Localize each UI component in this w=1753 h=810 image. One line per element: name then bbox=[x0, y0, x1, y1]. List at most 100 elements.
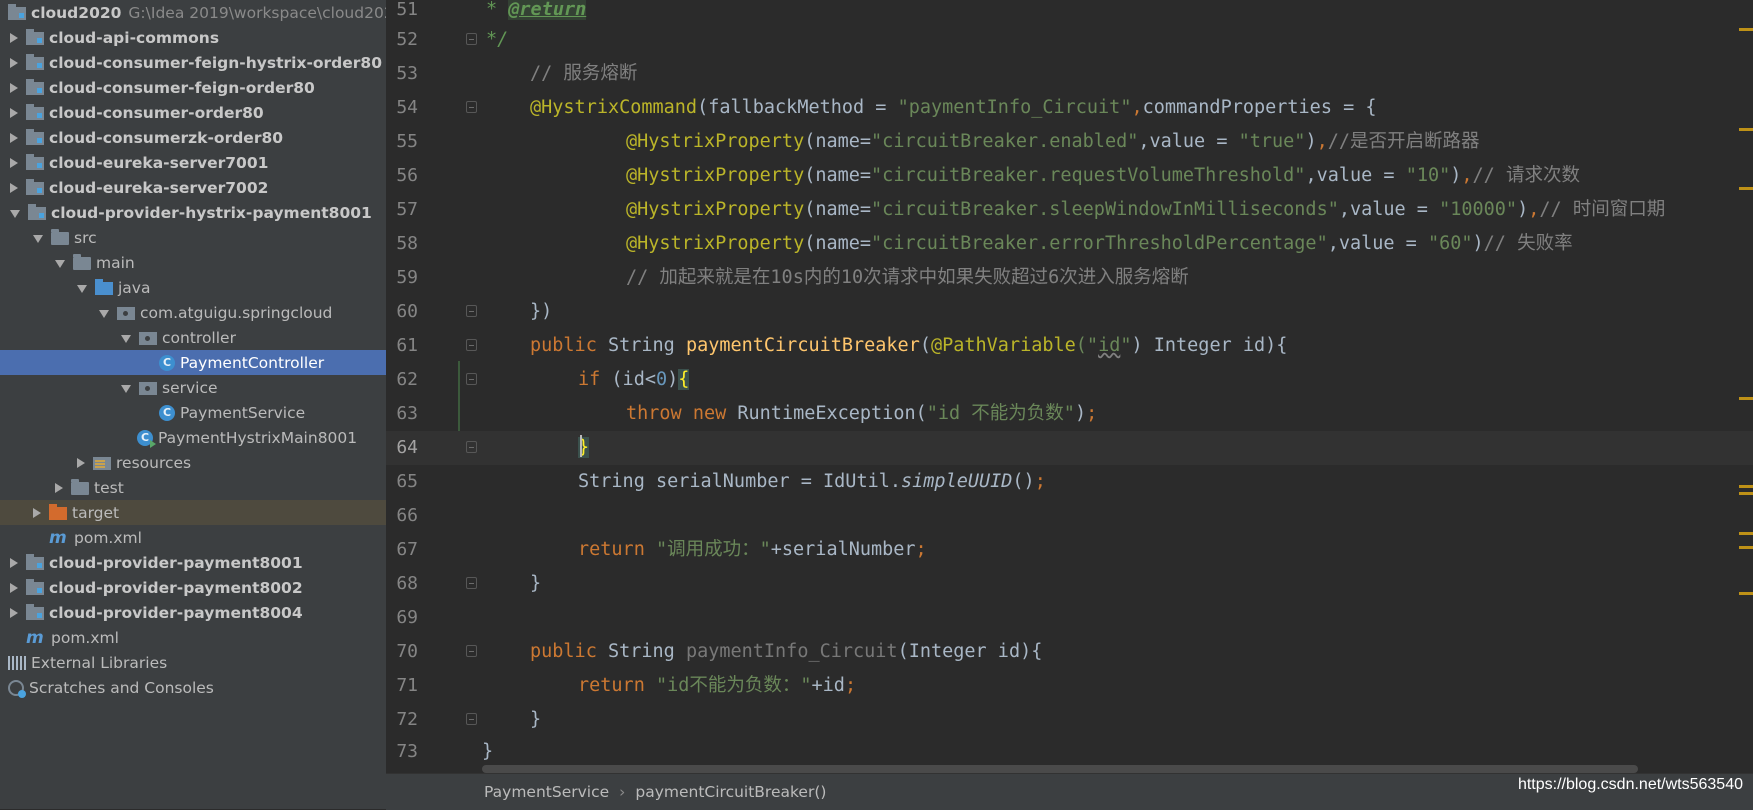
expand-arrow-icon[interactable] bbox=[10, 157, 18, 168]
warning-stripe-mark[interactable] bbox=[1739, 592, 1753, 595]
code-line[interactable]: 58 @HystrixProperty(name="circuitBreaker… bbox=[386, 227, 1753, 261]
code-line[interactable]: 54 @HystrixCommand(fallbackMethod = "pay… bbox=[386, 91, 1753, 125]
expand-arrow-icon[interactable] bbox=[77, 457, 85, 468]
tree-item-service[interactable]: service bbox=[0, 375, 386, 400]
code-line[interactable]: 60 }) bbox=[386, 295, 1753, 329]
warning-stripe-mark[interactable] bbox=[1739, 492, 1753, 495]
expand-arrow-icon[interactable] bbox=[10, 32, 18, 43]
code-line[interactable]: 56 @HystrixProperty(name="circuitBreaker… bbox=[386, 159, 1753, 193]
collapse-arrow-icon[interactable] bbox=[55, 259, 65, 268]
warning-stripe-mark[interactable] bbox=[1739, 28, 1753, 31]
expand-arrow-icon[interactable] bbox=[10, 557, 18, 568]
collapse-arrow-icon[interactable] bbox=[33, 234, 43, 243]
fold-marker-icon[interactable] bbox=[466, 33, 477, 45]
tree-item-target[interactable]: target bbox=[0, 500, 386, 525]
fold-marker-icon[interactable] bbox=[466, 339, 477, 351]
fold-marker-icon[interactable] bbox=[466, 713, 477, 725]
code-line[interactable]: 57 @HystrixProperty(name="circuitBreaker… bbox=[386, 193, 1753, 227]
keyword: if bbox=[578, 369, 612, 390]
expand-arrow-icon[interactable] bbox=[10, 107, 18, 118]
code-line[interactable]: 53 // 服务熔断 bbox=[386, 57, 1753, 91]
code-line[interactable]: 73 } bbox=[386, 735, 1753, 769]
warning-stripe-mark[interactable] bbox=[1739, 187, 1753, 190]
warning-stripe-mark[interactable] bbox=[1739, 397, 1753, 400]
expand-arrow-icon[interactable] bbox=[10, 182, 18, 193]
expand-arrow-icon[interactable] bbox=[10, 582, 18, 593]
fold-marker-icon[interactable] bbox=[466, 645, 477, 657]
expand-arrow-icon[interactable] bbox=[33, 507, 41, 518]
tree-item-controller[interactable]: controller bbox=[0, 325, 386, 350]
tree-item-pom-xml[interactable]: m pom.xml bbox=[0, 525, 386, 550]
warning-stripe-mark[interactable] bbox=[1739, 128, 1753, 131]
expand-arrow-icon[interactable] bbox=[55, 482, 63, 493]
tree-item-paymentservice[interactable]: C PaymentService bbox=[0, 400, 386, 425]
horizontal-scrollbar[interactable] bbox=[482, 765, 1638, 773]
code-line[interactable]: 59 // 加起来就是在10s内的10次请求中如果失败超过6次进入服务熔断 bbox=[386, 261, 1753, 295]
code-line[interactable]: 69 bbox=[386, 601, 1753, 635]
tree-item-root-pom-xml[interactable]: m pom.xml bbox=[0, 625, 386, 650]
fold-marker-icon[interactable] bbox=[466, 101, 477, 113]
code-line[interactable]: 67 return "调用成功："+serialNumber; bbox=[386, 533, 1753, 567]
tree-item-src[interactable]: src bbox=[0, 225, 386, 250]
tree-item-cloud-consumer-feign-hystrix-order80[interactable]: cloud-consumer-feign-hystrix-order80 bbox=[0, 50, 386, 75]
code-line[interactable]: 61 public String paymentCircuitBreaker(@… bbox=[386, 329, 1753, 363]
code-token: String bbox=[607, 641, 686, 662]
code-token: ( bbox=[919, 335, 931, 356]
warning-stripe-mark[interactable] bbox=[1739, 532, 1753, 535]
tree-item-cloud-consumerzk-order80[interactable]: cloud-consumerzk-order80 bbox=[0, 125, 386, 150]
expand-arrow-icon[interactable] bbox=[10, 132, 18, 143]
code-line[interactable]: 55 @HystrixProperty(name="circuitBreaker… bbox=[386, 125, 1753, 159]
code-line[interactable]: 65 String serialNumber = IdUtil.simpleUU… bbox=[386, 465, 1753, 499]
tree-item-cloud-provider-payment8002[interactable]: cloud-provider-payment8002 bbox=[0, 575, 386, 600]
code-line[interactable]: 52 */ bbox=[386, 23, 1753, 57]
warning-stripe-mark[interactable] bbox=[1739, 485, 1753, 488]
fold-marker-icon[interactable] bbox=[466, 373, 477, 385]
collapse-arrow-icon[interactable] bbox=[77, 284, 87, 293]
tree-item-cloud-eureka-server7002[interactable]: cloud-eureka-server7002 bbox=[0, 175, 386, 200]
expand-arrow-icon[interactable] bbox=[10, 82, 18, 93]
tree-item-resources[interactable]: resources bbox=[0, 450, 386, 475]
warning-stripe-mark[interactable] bbox=[1739, 546, 1753, 549]
code-line[interactable]: 68 } bbox=[386, 567, 1753, 601]
code-line[interactable]: 62 if (id<0){ bbox=[386, 363, 1753, 397]
tree-item-external-libraries[interactable]: External Libraries bbox=[0, 650, 386, 675]
tree-item-scratches-and-consoles[interactable]: Scratches and Consoles bbox=[0, 675, 386, 700]
tree-item-cloud-eureka-server7001[interactable]: cloud-eureka-server7001 bbox=[0, 150, 386, 175]
breadcrumb-class[interactable]: PaymentService bbox=[484, 783, 609, 801]
tree-item-label: target bbox=[72, 503, 120, 522]
code-editor[interactable]: 51 * @return 52 */ 53 // 服务熔断 54 @Hystri… bbox=[386, 0, 1753, 773]
string-literal: "true" bbox=[1238, 131, 1306, 152]
number-literal: 0 bbox=[655, 369, 668, 390]
code-line[interactable]: 63 throw new RuntimeException("id 不能为负数"… bbox=[386, 397, 1753, 431]
code-line[interactable]: 72 } bbox=[386, 703, 1753, 737]
tree-item-java[interactable]: java bbox=[0, 275, 386, 300]
tree-item-cloud-api-commons[interactable]: cloud-api-commons bbox=[0, 25, 386, 50]
fold-marker-icon[interactable] bbox=[466, 441, 477, 453]
tree-root-cloud2020[interactable]: cloud2020 G:\Idea 2019\workspace\cloud20… bbox=[0, 0, 386, 25]
code-line-current[interactable]: 64 } bbox=[386, 431, 1753, 465]
tree-item-cloud-consumer-order80[interactable]: cloud-consumer-order80 bbox=[0, 100, 386, 125]
tree-item-main[interactable]: main bbox=[0, 250, 386, 275]
fold-marker-icon[interactable] bbox=[466, 577, 477, 589]
tree-item-cloud-provider-payment8001[interactable]: cloud-provider-payment8001 bbox=[0, 550, 386, 575]
collapse-arrow-icon[interactable] bbox=[121, 334, 131, 343]
tree-item-com-atguigu-springcloud[interactable]: com.atguigu.springcloud bbox=[0, 300, 386, 325]
code-line[interactable]: 66 bbox=[386, 499, 1753, 533]
collapse-arrow-icon[interactable] bbox=[121, 384, 131, 393]
collapse-arrow-icon[interactable] bbox=[99, 309, 109, 318]
fold-marker-icon[interactable] bbox=[466, 305, 477, 317]
tree-item-test[interactable]: test bbox=[0, 475, 386, 500]
expand-arrow-icon[interactable] bbox=[10, 57, 18, 68]
tree-item-cloud-consumer-feign-order80[interactable]: cloud-consumer-feign-order80 bbox=[0, 75, 386, 100]
tree-item-label: cloud-consumerzk-order80 bbox=[49, 128, 284, 147]
code-line[interactable]: 70 public String paymentInfo_Circuit(Int… bbox=[386, 635, 1753, 669]
code-line[interactable]: 71 return "id不能为负数："+id; bbox=[386, 669, 1753, 703]
tree-item-cloud-provider-payment8004[interactable]: cloud-provider-payment8004 bbox=[0, 600, 386, 625]
tree-item-paymentcontroller[interactable]: C PaymentController bbox=[0, 350, 386, 375]
collapse-arrow-icon[interactable] bbox=[10, 209, 20, 218]
expand-arrow-icon[interactable] bbox=[10, 607, 18, 618]
tree-item-paymenthystrixmain8001[interactable]: C PaymentHystrixMain8001 bbox=[0, 425, 386, 450]
tree-item-cloud-provider-hystrix-payment8001[interactable]: cloud-provider-hystrix-payment8001 bbox=[0, 200, 386, 225]
code-token: (Integer id){ bbox=[897, 641, 1043, 662]
breadcrumb-method[interactable]: paymentCircuitBreaker() bbox=[635, 783, 826, 801]
